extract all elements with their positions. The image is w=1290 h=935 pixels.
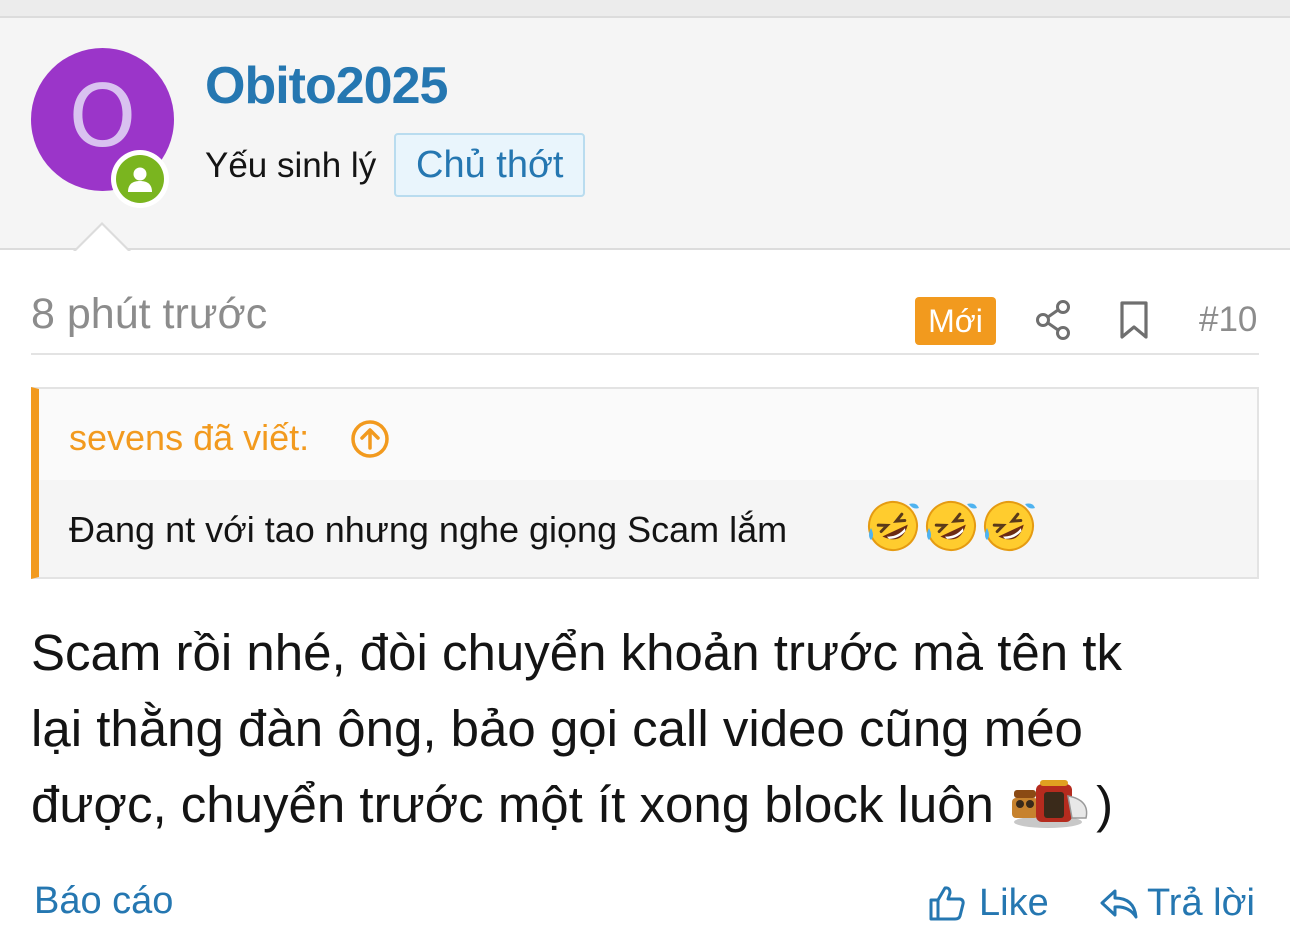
op-badge: Chủ thớt (394, 133, 586, 197)
username-link[interactable]: Obito2025 (205, 56, 448, 116)
laughing-emoji-icon (984, 501, 1035, 551)
emoji-row (865, 498, 1037, 554)
laughing-emoji-icon (868, 501, 919, 551)
reply-label: Trả lời (1147, 881, 1255, 924)
post-time[interactable]: 8 phút trước (31, 290, 267, 339)
sticker-icon (1012, 779, 1088, 828)
reply-button[interactable]: Trả lời (1099, 878, 1255, 928)
quote-author[interactable]: sevens đã viết: (69, 417, 309, 459)
avatar-letter: O (68, 66, 137, 167)
arrow-up-circle-icon[interactable] (350, 419, 390, 459)
quote-block: sevens đã viết: Đang nt với tao nhưng ng… (31, 387, 1259, 579)
like-label: Like (979, 881, 1049, 924)
reply-arrow-icon (1100, 889, 1138, 919)
post-number[interactable]: #10 (1199, 300, 1257, 340)
online-status-icon (111, 150, 169, 208)
quote-body: Đang nt với tao nhưng nghe giọng Scam lắ… (39, 480, 1257, 577)
laughing-emoji-icon (926, 501, 977, 551)
new-badge: Mới (915, 297, 996, 345)
message-line: Scam rồi nhé, đòi chuyển khoản trước mà … (31, 624, 1122, 681)
post-message: Scam rồi nhé, đòi chuyển khoản trước mà … (31, 615, 1261, 843)
divider (31, 353, 1259, 355)
message-line: được, chuyển trước một ít xong block luô… (31, 776, 1114, 833)
user-title: Yếu sinh lý (205, 146, 377, 185)
like-button[interactable]: Like (927, 878, 1049, 928)
top-strip (0, 0, 1290, 18)
post-user-block: O Obito2025 Yếu sinh lý Chủ thớt (0, 18, 1290, 250)
quote-text: Đang nt với tao nhưng nghe giọng Scam lắ… (69, 509, 788, 550)
share-icon[interactable] (1034, 298, 1074, 342)
thumbs-up-icon (929, 886, 965, 921)
report-link[interactable]: Báo cáo (34, 880, 173, 923)
bookmark-icon[interactable] (1117, 300, 1151, 340)
quote-header: sevens đã viết: (39, 389, 1257, 480)
message-line: lại thằng đàn ông, bảo gọi call video cũ… (31, 700, 1083, 757)
